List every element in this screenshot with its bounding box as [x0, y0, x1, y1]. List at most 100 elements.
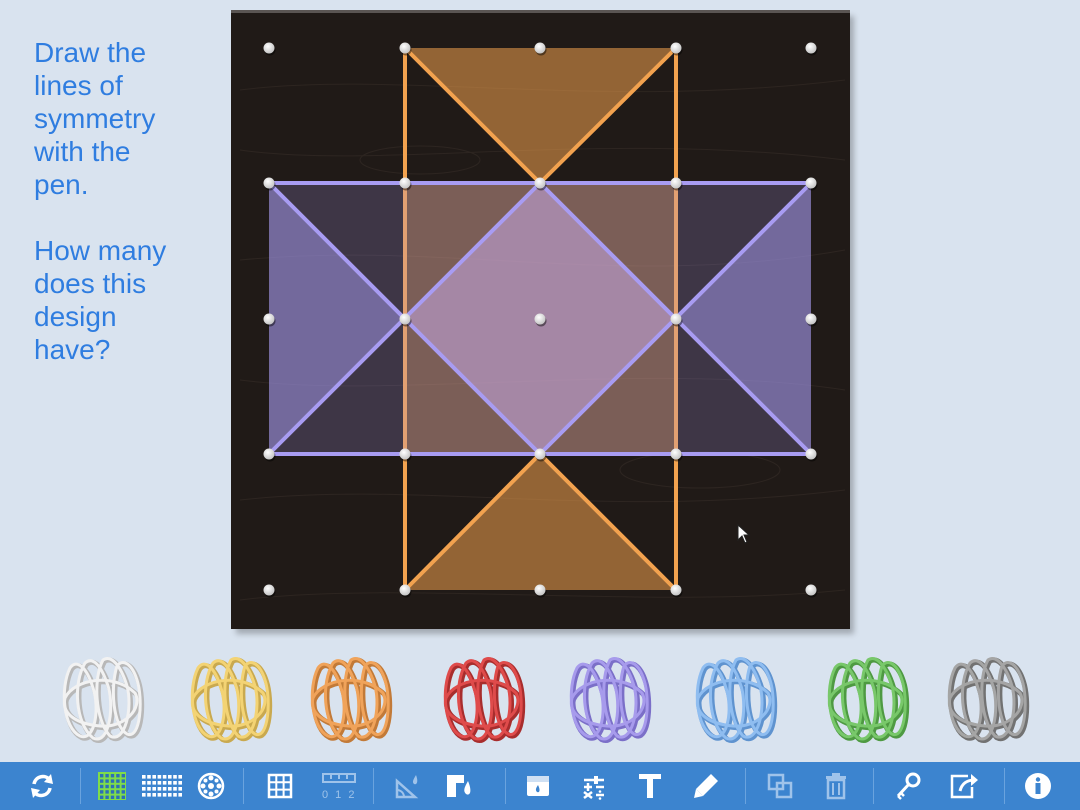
duplicate-button[interactable]	[760, 766, 800, 806]
rubber-band-orange[interactable]	[303, 648, 393, 748]
grid-dot	[173, 787, 177, 791]
grid-dot	[152, 781, 156, 785]
peg[interactable]	[534, 177, 546, 189]
rubber-band-icon	[310, 657, 393, 743]
grid-dot	[178, 793, 182, 797]
grid-dot	[121, 779, 125, 783]
rubber-band-yellow[interactable]	[183, 648, 273, 748]
peg[interactable]	[805, 584, 817, 596]
fill-shape-button[interactable]	[440, 766, 480, 806]
peg[interactable]	[805, 42, 817, 54]
grid-dot	[121, 795, 125, 799]
rubber-band-blue[interactable]	[688, 648, 778, 748]
rectangle-grid-icon	[142, 775, 182, 797]
orange-triangle-top[interactable]	[405, 48, 676, 183]
rubber-band-red[interactable]	[436, 648, 526, 748]
text-tool-button[interactable]	[630, 766, 670, 806]
grid-dot	[162, 781, 167, 785]
peg[interactable]	[670, 177, 682, 189]
grid-dot	[162, 775, 167, 779]
share-button[interactable]	[944, 766, 984, 806]
number-line-button[interactable]: 0 1 2	[316, 766, 362, 806]
grid-dot	[100, 779, 104, 783]
rubber-band-tray	[0, 640, 1080, 760]
grid-dot	[157, 775, 162, 779]
ruler-icon	[322, 773, 356, 783]
refresh-button[interactable]	[22, 766, 62, 806]
info-icon	[1025, 773, 1051, 799]
geoboard[interactable]	[231, 10, 850, 629]
grid-dot	[116, 795, 120, 799]
grid-dot	[142, 787, 146, 791]
orange-triangle-bottom[interactable]	[405, 454, 676, 590]
peg[interactable]	[399, 313, 411, 325]
square-grid-icon	[98, 772, 126, 800]
peg[interactable]	[399, 448, 411, 460]
grid-dot	[178, 775, 182, 779]
grid-lines-button[interactable]	[260, 766, 300, 806]
peg[interactable]	[534, 584, 546, 596]
bottom-toolbar: 0 1 2	[0, 762, 1080, 810]
calculator-button[interactable]	[574, 766, 614, 806]
peg[interactable]	[805, 448, 817, 460]
grid-dot	[110, 779, 115, 783]
key-button[interactable]	[888, 766, 928, 806]
grid-lines-icon	[267, 773, 293, 799]
grid-dot	[157, 787, 162, 791]
rubber-band-icon	[62, 657, 145, 743]
rectangle-grid-button[interactable]	[140, 766, 184, 806]
peg[interactable]	[263, 177, 275, 189]
peg[interactable]	[534, 313, 546, 325]
background-button[interactable]	[518, 766, 558, 806]
peg[interactable]	[263, 448, 275, 460]
toolbar-separator	[745, 768, 746, 804]
key-icon	[896, 772, 921, 800]
circle-geoboard-button[interactable]	[191, 766, 231, 806]
peg[interactable]	[263, 42, 275, 54]
rubber-band-white[interactable]	[55, 648, 145, 748]
peg[interactable]	[263, 313, 275, 325]
rubber-band-icon	[827, 657, 910, 743]
peg[interactable]	[399, 584, 411, 596]
peg[interactable]	[263, 584, 275, 596]
rubber-band-icon	[443, 657, 526, 743]
rubber-band-purple[interactable]	[562, 648, 652, 748]
pen-tool-button[interactable]	[686, 766, 726, 806]
peg[interactable]	[670, 448, 682, 460]
square-grid-button[interactable]	[92, 766, 132, 806]
grid-dot	[116, 779, 120, 783]
rubber-band-icon	[190, 657, 273, 743]
rubber-band-icon	[569, 657, 652, 743]
circle-geoboard-icon	[197, 772, 225, 800]
grid-dot	[168, 781, 172, 785]
peg[interactable]	[805, 177, 817, 189]
grid-dot	[147, 793, 151, 797]
peg[interactable]	[670, 42, 682, 54]
toolbar-separator	[1004, 768, 1005, 804]
measure-angle-button[interactable]	[388, 766, 428, 806]
grid-dot	[168, 793, 172, 797]
rubber-band-icon	[947, 657, 1030, 743]
toolbar-separator	[373, 768, 374, 804]
grid-dot	[100, 774, 104, 778]
background-icon	[527, 776, 549, 796]
grid-dot	[105, 790, 109, 794]
peg[interactable]	[670, 584, 682, 596]
grid-dot	[116, 774, 120, 778]
grid-dot	[152, 787, 156, 791]
peg[interactable]	[534, 42, 546, 54]
pen-icon	[694, 774, 718, 798]
peg[interactable]	[534, 448, 546, 460]
peg[interactable]	[399, 42, 411, 54]
grid-dot	[110, 795, 115, 799]
trash-button[interactable]	[816, 766, 856, 806]
grid-dot	[116, 784, 120, 789]
rubber-band-green[interactable]	[820, 648, 910, 748]
peg[interactable]	[805, 313, 817, 325]
grid-dot	[162, 787, 167, 791]
rubber-band-gray[interactable]	[940, 648, 1030, 748]
peg[interactable]	[670, 313, 682, 325]
peg[interactable]	[399, 177, 411, 189]
grid-dot	[116, 790, 120, 794]
info-button[interactable]	[1018, 766, 1058, 806]
